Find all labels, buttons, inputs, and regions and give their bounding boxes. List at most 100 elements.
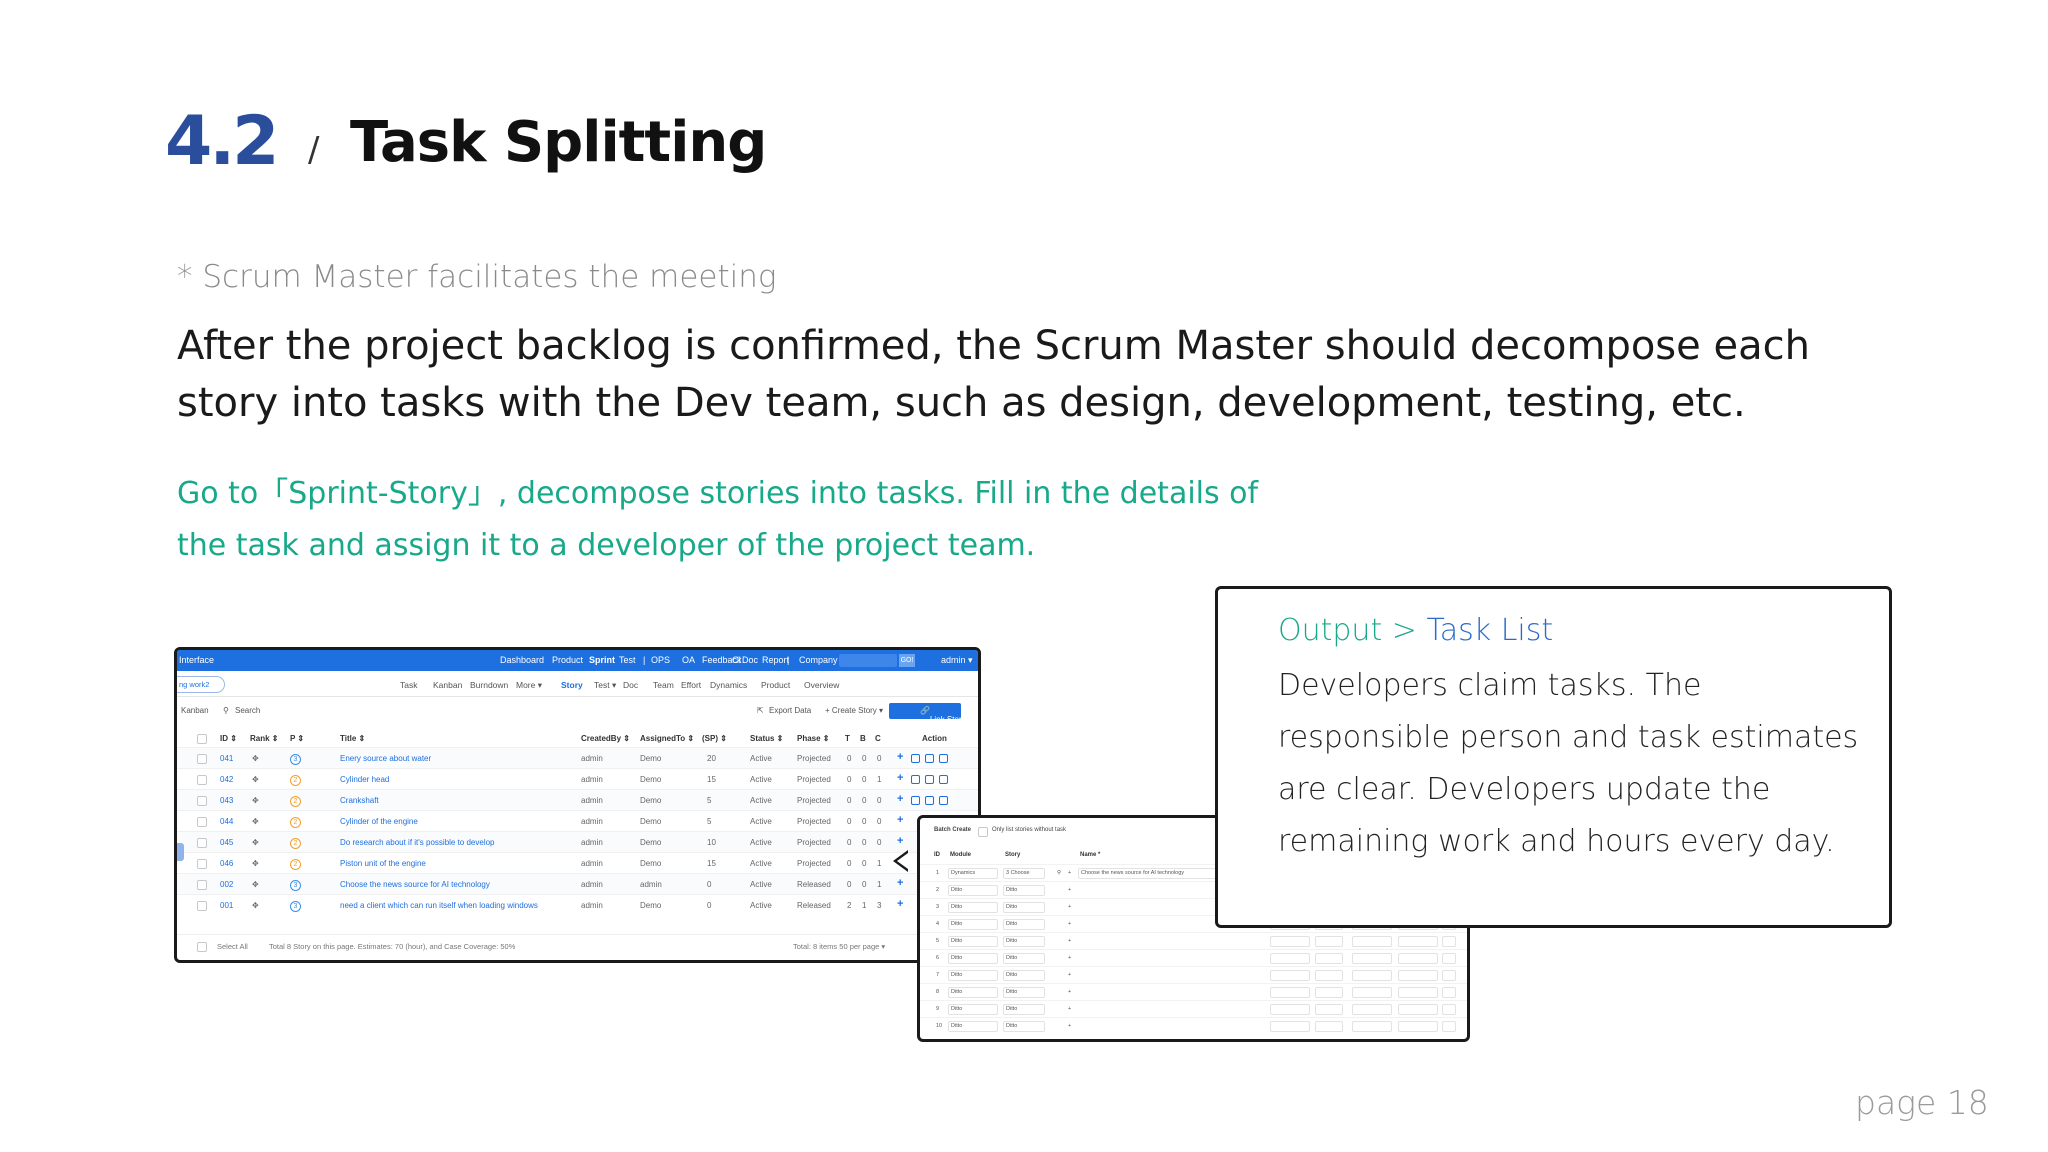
table-row[interactable]: 045 ✥ 2 Do research about if it's possible …	[177, 831, 978, 852]
story-title-link[interactable]: need a client which can run itself when …	[340, 901, 538, 910]
col-story-points[interactable]: (SP) ⇕	[702, 734, 727, 743]
batch-field-input[interactable]	[1442, 970, 1456, 981]
nav-item-test[interactable]: Test	[619, 655, 636, 665]
story-title-link[interactable]: Piston unit of the engine	[340, 859, 426, 868]
drag-handle-icon[interactable]: ✥	[252, 817, 259, 826]
batch-field-input[interactable]	[1315, 1021, 1343, 1032]
story-title-link[interactable]: Cylinder head	[340, 775, 389, 784]
drag-handle-icon[interactable]: ✥	[252, 880, 259, 889]
add-task-icon[interactable]: +	[897, 835, 903, 847]
add-task-icon[interactable]: +	[897, 898, 903, 910]
story-title-link[interactable]: Choose the news source for AI technology	[340, 880, 490, 889]
nav-item-oa[interactable]: OA	[682, 655, 695, 665]
batch-field-input[interactable]	[1270, 987, 1310, 998]
table-row[interactable]: 043 ✥ 2 Crankshaft admin Demo 5 Active Projected…	[177, 789, 978, 810]
edit-icon[interactable]	[911, 754, 920, 763]
add-icon[interactable]: +	[1068, 972, 1071, 978]
add-icon[interactable]: +	[1068, 955, 1071, 961]
link-story-button[interactable]: 🔗 Link Story ▾	[889, 703, 972, 724]
nav-item-report[interactable]: Report	[762, 655, 789, 665]
batch-field-input[interactable]	[1398, 936, 1438, 947]
batch-field-input[interactable]	[1442, 987, 1456, 998]
add-icon[interactable]: +	[1068, 989, 1071, 995]
tab-story[interactable]: Story	[561, 680, 583, 690]
drag-handle-icon[interactable]: ✥	[252, 754, 259, 763]
story-id[interactable]: 001	[220, 901, 233, 910]
batch-field-input[interactable]	[1398, 1021, 1438, 1032]
tab-task[interactable]: Task	[400, 680, 417, 690]
edit-icon[interactable]	[911, 775, 920, 784]
search-icon[interactable]: ⚲	[1057, 870, 1061, 876]
row-checkbox[interactable]	[197, 859, 207, 869]
tab-more[interactable]: More ▾	[516, 680, 542, 691]
story-title-link[interactable]: Cylinder of the engine	[340, 817, 418, 826]
story-id[interactable]: 002	[220, 880, 233, 889]
table-row[interactable]: 042 ✥ 2 Cylinder head admin Demo 15 Active Proje…	[177, 768, 978, 789]
add-icon[interactable]: +	[1068, 1023, 1071, 1029]
col-assigned-to[interactable]: AssignedTo ⇕	[640, 734, 694, 743]
link-icon[interactable]	[939, 796, 948, 805]
col-phase[interactable]: Phase ⇕	[797, 734, 830, 743]
tab-dynamics[interactable]: Dynamics	[710, 680, 747, 690]
batch-field-input[interactable]	[1352, 1004, 1392, 1015]
add-task-icon[interactable]: +	[897, 751, 903, 763]
batch-field-input[interactable]	[1315, 953, 1343, 964]
global-search-input[interactable]	[839, 654, 897, 667]
nav-item-ops[interactable]: OPS	[651, 655, 670, 665]
edit-icon[interactable]	[911, 796, 920, 805]
add-task-icon[interactable]: +	[897, 793, 903, 805]
nav-item-dashboard[interactable]: Dashboard	[500, 655, 544, 665]
drag-handle-icon[interactable]: ✥	[252, 838, 259, 847]
batch-field-input[interactable]	[1352, 953, 1392, 964]
row-checkbox[interactable]	[197, 901, 207, 911]
batch-field-input[interactable]	[1352, 987, 1392, 998]
col-created-by[interactable]: CreatedBy ⇕	[581, 734, 630, 743]
nav-item-product[interactable]: Product	[552, 655, 583, 665]
story-id[interactable]: 043	[220, 796, 233, 805]
kanban-toggle[interactable]: Kanban	[181, 706, 209, 715]
add-icon[interactable]: +	[1068, 938, 1071, 944]
tab-burndown[interactable]: Burndown	[470, 680, 508, 690]
batch-field-input[interactable]	[1270, 1004, 1310, 1015]
batch-field-input[interactable]	[1352, 1021, 1392, 1032]
export-icon[interactable]: ⇱	[757, 706, 764, 715]
select-all-checkbox[interactable]	[197, 734, 207, 744]
task-list-link[interactable]: Task List	[1426, 613, 1553, 648]
table-row[interactable]: 001 ✥ 3 need a client which can run itself …	[177, 894, 978, 915]
table-row[interactable]: 041 ✥ 3 Enery source about water admin Demo 20…	[177, 747, 978, 768]
batch-field-input[interactable]	[1442, 1021, 1456, 1032]
export-data-button[interactable]: Export Data	[769, 706, 811, 715]
drag-handle-icon[interactable]: ✥	[252, 859, 259, 868]
row-checkbox[interactable]	[197, 754, 207, 764]
batch-field-input[interactable]	[1315, 936, 1343, 947]
split-icon[interactable]	[925, 796, 934, 805]
story-id[interactable]: 042	[220, 775, 233, 784]
user-menu[interactable]: admin ▾	[941, 655, 973, 666]
col-priority[interactable]: P ⇕	[290, 734, 304, 743]
col-rank[interactable]: Rank ⇕	[250, 734, 279, 743]
batch-field-input[interactable]	[1315, 970, 1343, 981]
nav-item-ci[interactable]: CI	[732, 655, 741, 665]
batch-field-input[interactable]	[1315, 987, 1343, 998]
col-id[interactable]: ID ⇕	[220, 734, 237, 743]
batch-field-input[interactable]	[1352, 970, 1392, 981]
nav-item-company[interactable]: Company	[799, 655, 838, 665]
story-id[interactable]: 045	[220, 838, 233, 847]
select-all-label[interactable]: Select All	[217, 942, 248, 951]
add-task-icon[interactable]: +	[897, 877, 903, 889]
story-title-link[interactable]: Enery source about water	[340, 754, 431, 763]
tab-effort[interactable]: Effort	[681, 680, 701, 690]
row-checkbox[interactable]	[197, 817, 207, 827]
row-checkbox[interactable]	[197, 880, 207, 890]
col-title[interactable]: Title ⇕	[340, 734, 365, 743]
tab-test[interactable]: Test ▾	[594, 680, 616, 691]
split-icon[interactable]	[925, 775, 934, 784]
tab-doc[interactable]: Doc	[623, 680, 638, 690]
add-icon[interactable]: +	[1068, 904, 1071, 910]
add-icon[interactable]: +	[1068, 887, 1071, 893]
batch-field-input[interactable]	[1270, 953, 1310, 964]
batch-field-input[interactable]	[1398, 953, 1438, 964]
tab-overview[interactable]: Overview	[804, 680, 839, 690]
drag-handle-icon[interactable]: ✥	[252, 796, 259, 805]
story-title-link[interactable]: Do research about if it's possible to de…	[340, 838, 495, 847]
